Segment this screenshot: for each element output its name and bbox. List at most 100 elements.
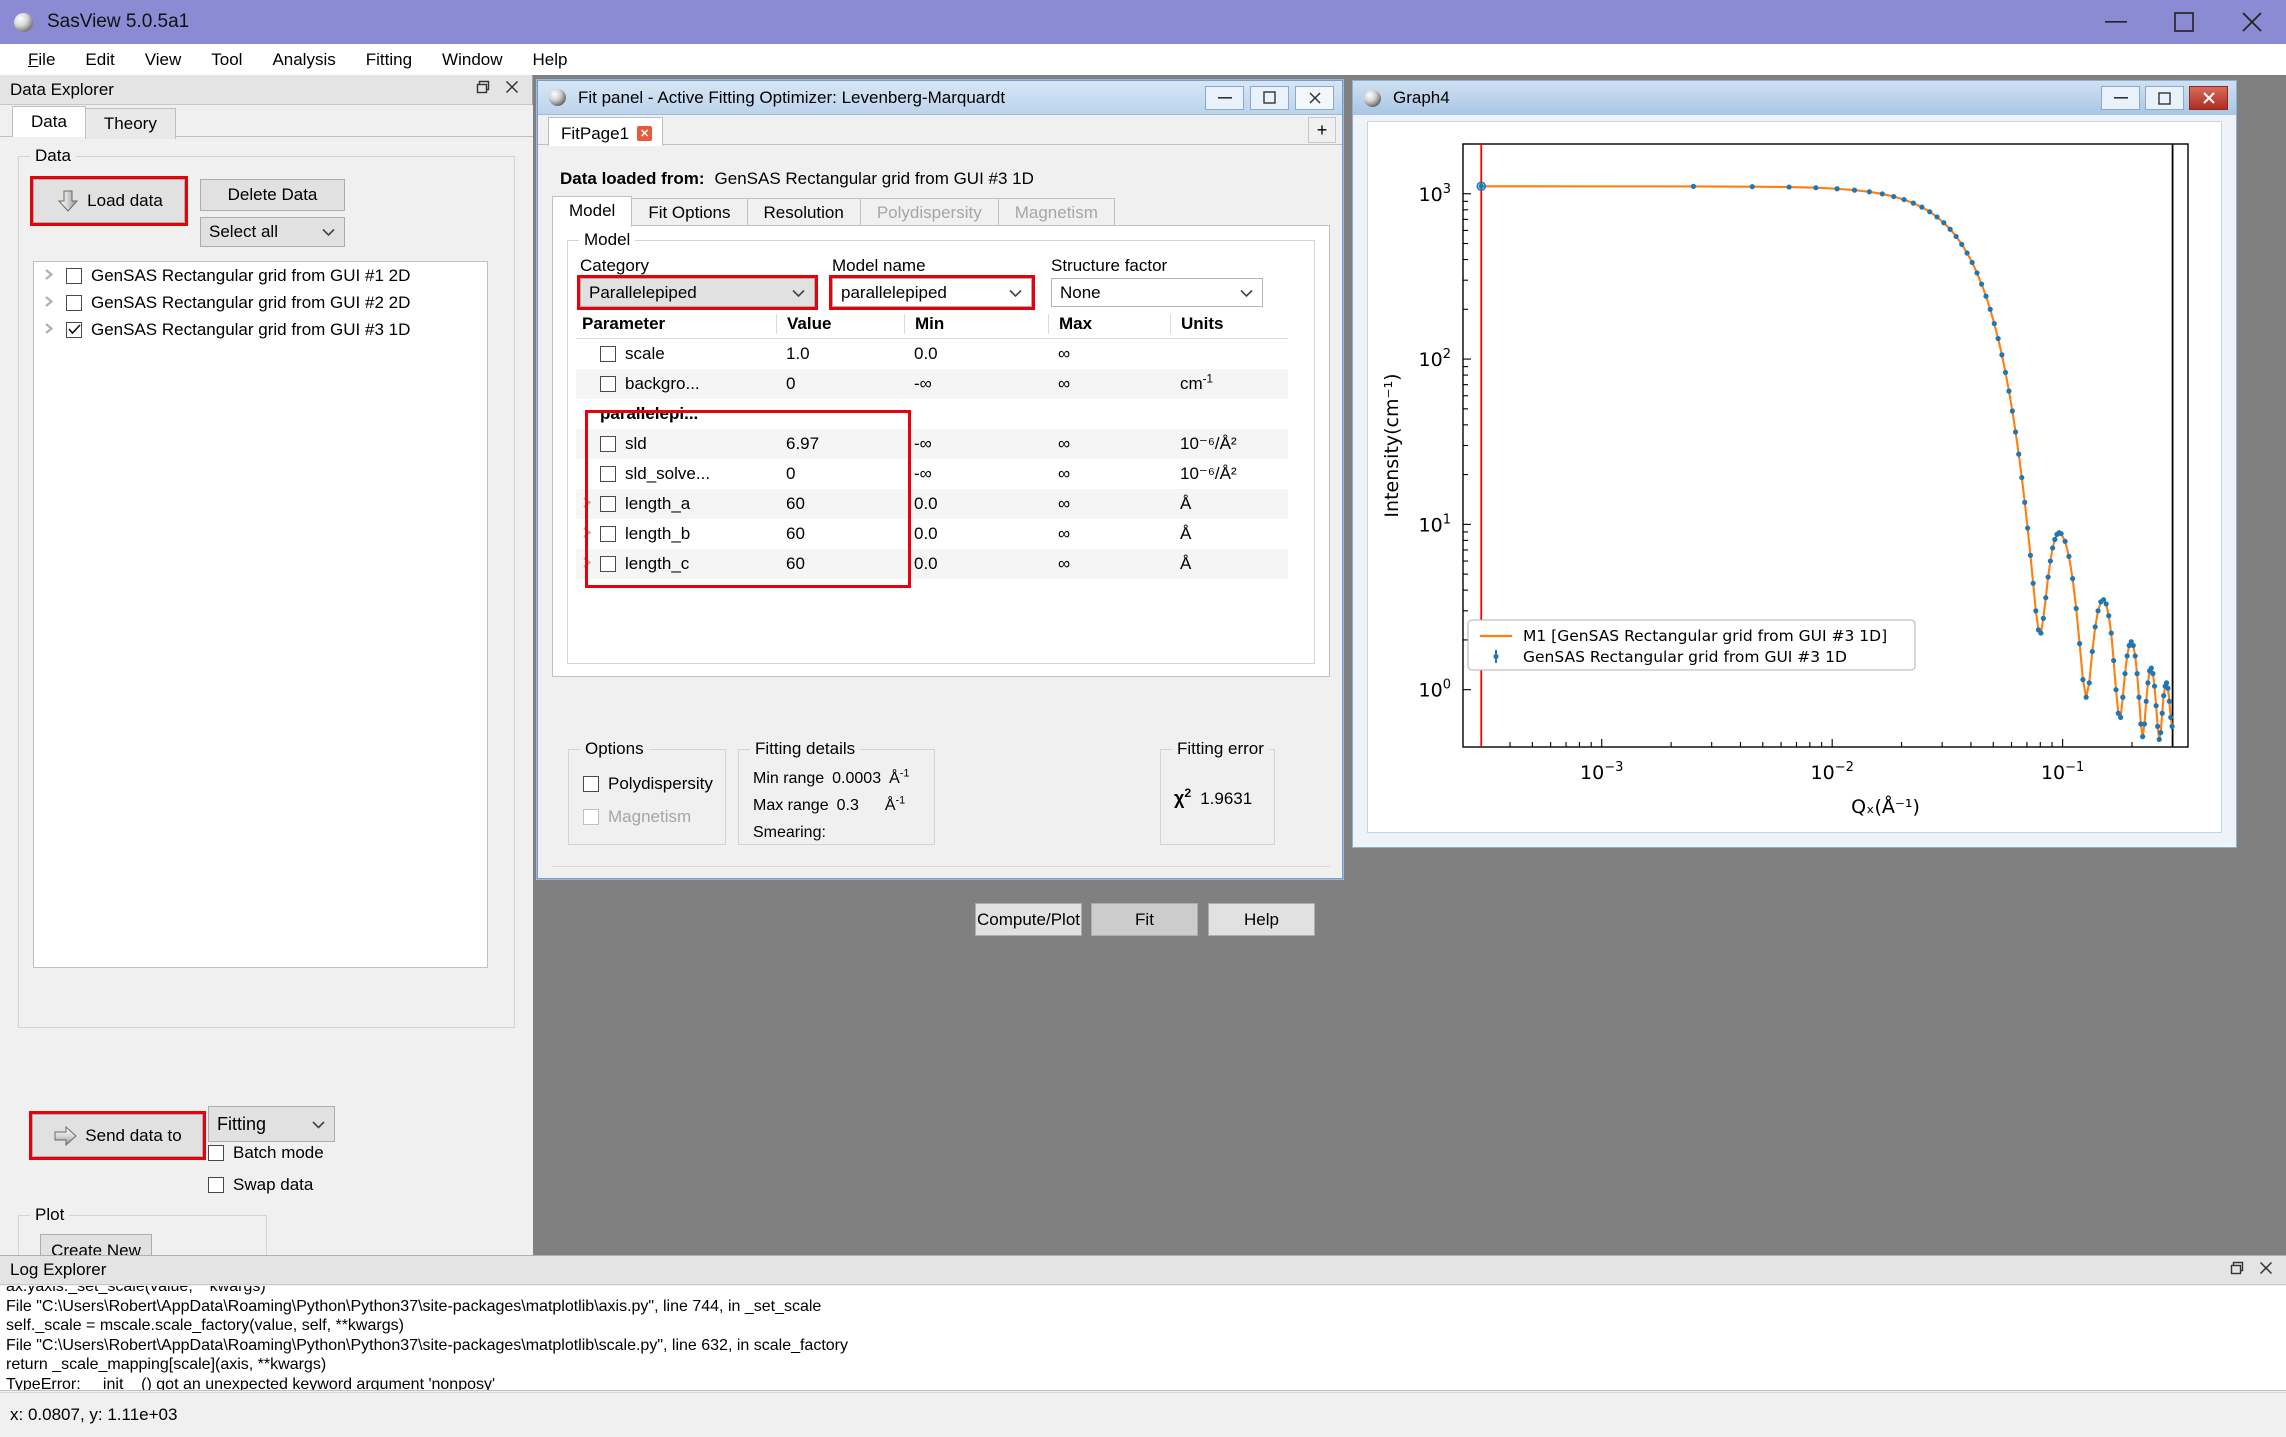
float-icon[interactable] bbox=[2228, 1260, 2244, 1281]
param-value[interactable]: 60 bbox=[776, 554, 904, 574]
table-row[interactable]: backgro... 0 -∞ ∞ cm-1 bbox=[576, 369, 1288, 399]
tree-item-1[interactable]: GenSAS Rectangular grid from GUI #1 2D bbox=[34, 262, 487, 289]
param-max[interactable]: ∞ bbox=[1048, 434, 1170, 454]
max-range-value[interactable]: 0.3 bbox=[837, 797, 859, 815]
menu-help[interactable]: Help bbox=[518, 44, 583, 75]
menu-tool[interactable]: Tool bbox=[196, 44, 257, 75]
menu-window[interactable]: Window bbox=[427, 44, 517, 75]
param-max[interactable]: ∞ bbox=[1048, 494, 1170, 514]
param-max[interactable]: ∞ bbox=[1048, 344, 1170, 364]
close-icon[interactable] bbox=[2258, 1260, 2274, 1281]
structure-factor-dropdown[interactable]: None bbox=[1051, 278, 1263, 307]
param-checkbox-background[interactable] bbox=[600, 376, 616, 392]
fit-button[interactable]: Fit bbox=[1091, 903, 1198, 936]
fit-panel-maximize-button[interactable] bbox=[1250, 86, 1289, 110]
tab-data[interactable]: Data bbox=[12, 106, 86, 137]
tree-item-3[interactable]: GenSAS Rectangular grid from GUI #3 1D bbox=[34, 316, 487, 343]
add-fitpage-button[interactable]: + bbox=[1308, 117, 1336, 143]
tab-theory[interactable]: Theory bbox=[85, 108, 176, 139]
model-name-value: parallelepiped bbox=[841, 283, 947, 303]
param-min[interactable]: -∞ bbox=[904, 374, 1048, 394]
polydispersity-checkbox[interactable] bbox=[583, 776, 599, 792]
table-row[interactable]: sld 6.97 -∞ ∞ 10⁻⁶/Å² bbox=[576, 429, 1288, 459]
param-value[interactable]: 1.0 bbox=[776, 344, 904, 364]
close-button[interactable] bbox=[2218, 0, 2286, 44]
param-min[interactable]: 0.0 bbox=[904, 524, 1048, 544]
expand-chevron-icon[interactable] bbox=[582, 524, 600, 544]
select-all-dropdown[interactable]: Select all bbox=[200, 217, 345, 247]
swap-data-row[interactable]: Swap data bbox=[208, 1175, 313, 1195]
menu-file[interactable]: File bbox=[13, 44, 70, 75]
param-min[interactable]: 0.0 bbox=[904, 554, 1048, 574]
param-min[interactable]: -∞ bbox=[904, 434, 1048, 454]
param-value[interactable]: 0 bbox=[776, 374, 904, 394]
category-dropdown[interactable]: Parallelepiped bbox=[580, 278, 815, 307]
param-checkbox-scale[interactable] bbox=[600, 346, 616, 362]
expand-chevron-icon[interactable] bbox=[582, 494, 600, 514]
param-checkbox-length-a[interactable] bbox=[600, 496, 616, 512]
compute-plot-button[interactable]: Compute/Plot bbox=[975, 903, 1082, 936]
menu-analysis[interactable]: Analysis bbox=[257, 44, 350, 75]
param-max[interactable]: ∞ bbox=[1048, 374, 1170, 394]
param-checkbox-sld-solvent[interactable] bbox=[600, 466, 616, 482]
close-icon[interactable] bbox=[504, 79, 520, 100]
param-value[interactable]: 60 bbox=[776, 494, 904, 514]
delete-data-button[interactable]: Delete Data bbox=[200, 179, 345, 211]
param-checkbox-length-b[interactable] bbox=[600, 526, 616, 542]
close-tab-icon[interactable]: ✕ bbox=[637, 126, 652, 141]
fitpage-tabstrip: FitPage1 ✕ + bbox=[538, 115, 1342, 145]
param-min[interactable]: 0.0 bbox=[904, 344, 1048, 364]
tree-item-checkbox[interactable] bbox=[66, 295, 82, 311]
fit-panel-help-button[interactable]: Help bbox=[1208, 903, 1315, 936]
log-output[interactable]: ax.yaxis._set_scale(value, **kwargs) Fil… bbox=[0, 1286, 2286, 1391]
tree-item-checkbox[interactable] bbox=[66, 322, 82, 338]
model-name-dropdown[interactable]: parallelepiped bbox=[832, 278, 1032, 307]
expand-chevron-icon[interactable] bbox=[44, 295, 66, 311]
graph-close-button[interactable] bbox=[2189, 86, 2228, 110]
param-max[interactable]: ∞ bbox=[1048, 524, 1170, 544]
expand-chevron-icon[interactable] bbox=[582, 554, 600, 574]
param-value[interactable]: 0 bbox=[776, 464, 904, 484]
tab-model[interactable]: Model bbox=[552, 196, 632, 227]
menu-view[interactable]: View bbox=[130, 44, 197, 75]
send-target-dropdown[interactable]: Fitting bbox=[208, 1106, 335, 1142]
tree-item-2[interactable]: GenSAS Rectangular grid from GUI #2 2D bbox=[34, 289, 487, 316]
table-row[interactable]: length_a 60 0.0 ∞ Å bbox=[576, 489, 1288, 519]
fitpage-tab-1[interactable]: FitPage1 ✕ bbox=[548, 117, 663, 146]
graph-maximize-button[interactable] bbox=[2145, 86, 2184, 110]
param-value[interactable]: 6.97 bbox=[776, 434, 904, 454]
swap-data-checkbox[interactable] bbox=[208, 1177, 224, 1193]
fitting-details-legend: Fitting details bbox=[750, 739, 860, 759]
menu-fitting[interactable]: Fitting bbox=[351, 44, 427, 75]
param-value[interactable]: 60 bbox=[776, 524, 904, 544]
fit-panel-minimize-button[interactable] bbox=[1205, 86, 1244, 110]
maximize-button[interactable] bbox=[2150, 0, 2218, 44]
table-row[interactable]: sld_solve... 0 -∞ ∞ 10⁻⁶/Å² bbox=[576, 459, 1288, 489]
graph-canvas[interactable]: 10−310−210−1100101102103Qₓ(Å⁻¹)Intensity… bbox=[1367, 121, 2222, 833]
polydispersity-row[interactable]: Polydispersity bbox=[583, 774, 713, 794]
table-row[interactable]: length_b 60 0.0 ∞ Å bbox=[576, 519, 1288, 549]
param-max[interactable]: ∞ bbox=[1048, 464, 1170, 484]
send-data-to-button[interactable]: Send data to bbox=[32, 1114, 203, 1157]
data-tree[interactable]: GenSAS Rectangular grid from GUI #1 2D G… bbox=[33, 261, 488, 968]
param-checkbox-length-c[interactable] bbox=[600, 556, 616, 572]
plot-svg[interactable]: 10−310−210−1100101102103Qₓ(Å⁻¹)Intensity… bbox=[1368, 122, 2223, 834]
load-data-button[interactable]: Load data bbox=[33, 179, 185, 223]
table-row[interactable]: scale 1.0 0.0 ∞ bbox=[576, 339, 1288, 369]
tree-item-checkbox[interactable] bbox=[66, 268, 82, 284]
param-min[interactable]: -∞ bbox=[904, 464, 1048, 484]
menu-edit[interactable]: Edit bbox=[70, 44, 129, 75]
expand-chevron-icon[interactable] bbox=[44, 322, 66, 338]
batch-mode-checkbox[interactable] bbox=[208, 1145, 224, 1161]
min-range-value[interactable]: 0.0003 bbox=[832, 770, 881, 788]
float-icon[interactable] bbox=[474, 79, 490, 100]
fit-panel-close-button[interactable] bbox=[1295, 86, 1334, 110]
param-min[interactable]: 0.0 bbox=[904, 494, 1048, 514]
graph-minimize-button[interactable] bbox=[2101, 86, 2140, 110]
param-checkbox-sld[interactable] bbox=[600, 436, 616, 452]
minimize-button[interactable] bbox=[2082, 0, 2150, 44]
expand-chevron-icon[interactable] bbox=[44, 268, 66, 284]
batch-mode-row[interactable]: Batch mode bbox=[208, 1143, 324, 1163]
table-row[interactable]: length_c 60 0.0 ∞ Å bbox=[576, 549, 1288, 579]
param-max[interactable]: ∞ bbox=[1048, 554, 1170, 574]
